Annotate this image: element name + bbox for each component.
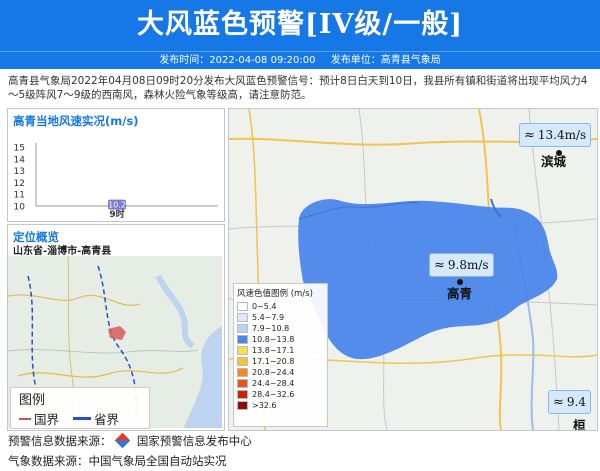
data-label: 10.2 — [108, 201, 126, 210]
publish-time: 发布时间：2022-04-08 09:20:00 — [159, 55, 316, 66]
legend-swatch — [237, 346, 248, 355]
alert-meta-bar: 发布时间：2022-04-08 09:20:00 发布单位：高青县气象局 — [0, 51, 600, 69]
location-legend-title: 图例 — [19, 393, 46, 408]
y-tick-label: 10 — [14, 203, 26, 213]
station-speed: 13.4m/s — [537, 128, 587, 142]
legend-item: 0~5.4 — [237, 301, 327, 312]
legend-label: 7.9~10.8 — [252, 324, 290, 333]
station-name: 桓 — [573, 418, 586, 431]
province-border-swatch — [73, 417, 92, 420]
warning-source-label: 预警信息数据来源： — [8, 434, 112, 448]
location-text: 山东省-淄博市-高青县 — [13, 246, 112, 257]
country-border-label: 国界 — [34, 412, 60, 427]
legend-swatch — [237, 357, 248, 366]
legend-label: 28.4~32.6 — [252, 390, 295, 399]
legend-swatch — [237, 335, 248, 344]
y-tick-label: 13 — [14, 167, 25, 177]
wind-speed-chart: 1514 13 12 11 10 10.29时 — [14, 143, 218, 220]
publisher: 发布单位：高青县气象局 — [330, 55, 441, 66]
alert-title: 大风蓝色预警[IV级/一般] — [137, 9, 463, 40]
station-wind-gaoqing[interactable]: ≈ 9.8m/s — [429, 253, 494, 277]
legend-swatch — [237, 390, 248, 399]
wind-speed-panel: 高青当地风速实况(m/s) 15 14 13 12 11 10 10.2 9时 — [7, 108, 225, 222]
weather-source-line: 气象数据来源：中国气象局全国自动站实况 — [8, 454, 227, 468]
legend-item: 20.8~24.4 — [237, 367, 327, 378]
legend-label: 17.1~20.8 — [252, 357, 295, 366]
country-border-swatch — [19, 417, 31, 420]
alert-banner: 大风蓝色预警[IV级/一般] — [0, 0, 600, 51]
legend-label: >32.6 — [252, 401, 277, 410]
y-tick-label: 14 — [14, 155, 26, 165]
legend-item: 5.4~7.9 — [237, 312, 327, 323]
y-tick-label: 11 — [14, 191, 25, 201]
station-name: 滨城 — [541, 154, 567, 169]
legend-swatch — [237, 324, 248, 333]
warning-source-link[interactable]: 国家预警信息发布中心 — [137, 434, 252, 448]
legend-label: 20.8~24.4 — [252, 368, 295, 377]
legend-item: 10.8~13.8 — [237, 334, 327, 345]
wind-flag-icon: ≈ — [524, 127, 535, 143]
legend-item: 13.8~17.1 — [237, 345, 327, 356]
wind-flag-icon: ≈ — [434, 257, 445, 273]
legend-item: 17.1~20.8 — [237, 356, 327, 367]
station-wind-binchneg[interactable]: ≈ 13.4m/s — [519, 123, 592, 147]
wind-legend-title: 风速色值图例 (m/s) — [237, 289, 313, 299]
legend-label: 5.4~7.9 — [252, 313, 285, 322]
legend-item: 28.4~32.6 — [237, 389, 327, 400]
legend-swatch — [237, 302, 248, 311]
legend-label: 13.8~17.1 — [252, 346, 295, 355]
station-wind-huantai[interactable]: ≈ 9.4 — [548, 390, 591, 414]
legend-swatch — [237, 368, 248, 377]
warning-source-line: 预警信息数据来源： 国家预警信息发布中心 — [8, 432, 252, 449]
x-tick-label: 9时 — [109, 208, 124, 220]
legend-label: 0~5.4 — [252, 302, 277, 311]
legend-item: 24.4~28.4 — [237, 378, 327, 389]
wind-flag-icon: ≈ — [553, 394, 564, 410]
legend-item: 7.9~10.8 — [237, 323, 327, 334]
legend-label: 10.8~13.8 — [252, 335, 295, 344]
y-tick-label: 12 — [14, 179, 25, 189]
province-border-label: 省界 — [94, 412, 120, 427]
y-tick-label: 15 — [14, 144, 25, 154]
wind-speed-legend: 风速色值图例 (m/s) 0~5.4 5.4~7.9 7.9~10.8 10.8~13… — [233, 283, 328, 427]
legend-label: 24.4~28.4 — [252, 379, 295, 388]
warning-center-logo — [114, 432, 131, 449]
legend-swatch — [237, 401, 248, 410]
station-name: 高青 — [447, 286, 473, 301]
station-speed: 9.4 — [566, 395, 586, 409]
location-legend: 图例 国界 省界 — [10, 387, 150, 429]
alert-description: 高青县气象局2022年04月08日09时20分发布大风蓝色预警信号：预计8日白天… — [8, 75, 588, 101]
legend-item: >32.6 — [237, 400, 327, 411]
legend-swatch — [237, 379, 248, 388]
station-speed: 9.8m/s — [447, 258, 489, 272]
legend-swatch — [237, 313, 248, 322]
location-panel: 定位概览 山东省-淄博市-高青县 图例 国界 省界 — [7, 224, 225, 431]
